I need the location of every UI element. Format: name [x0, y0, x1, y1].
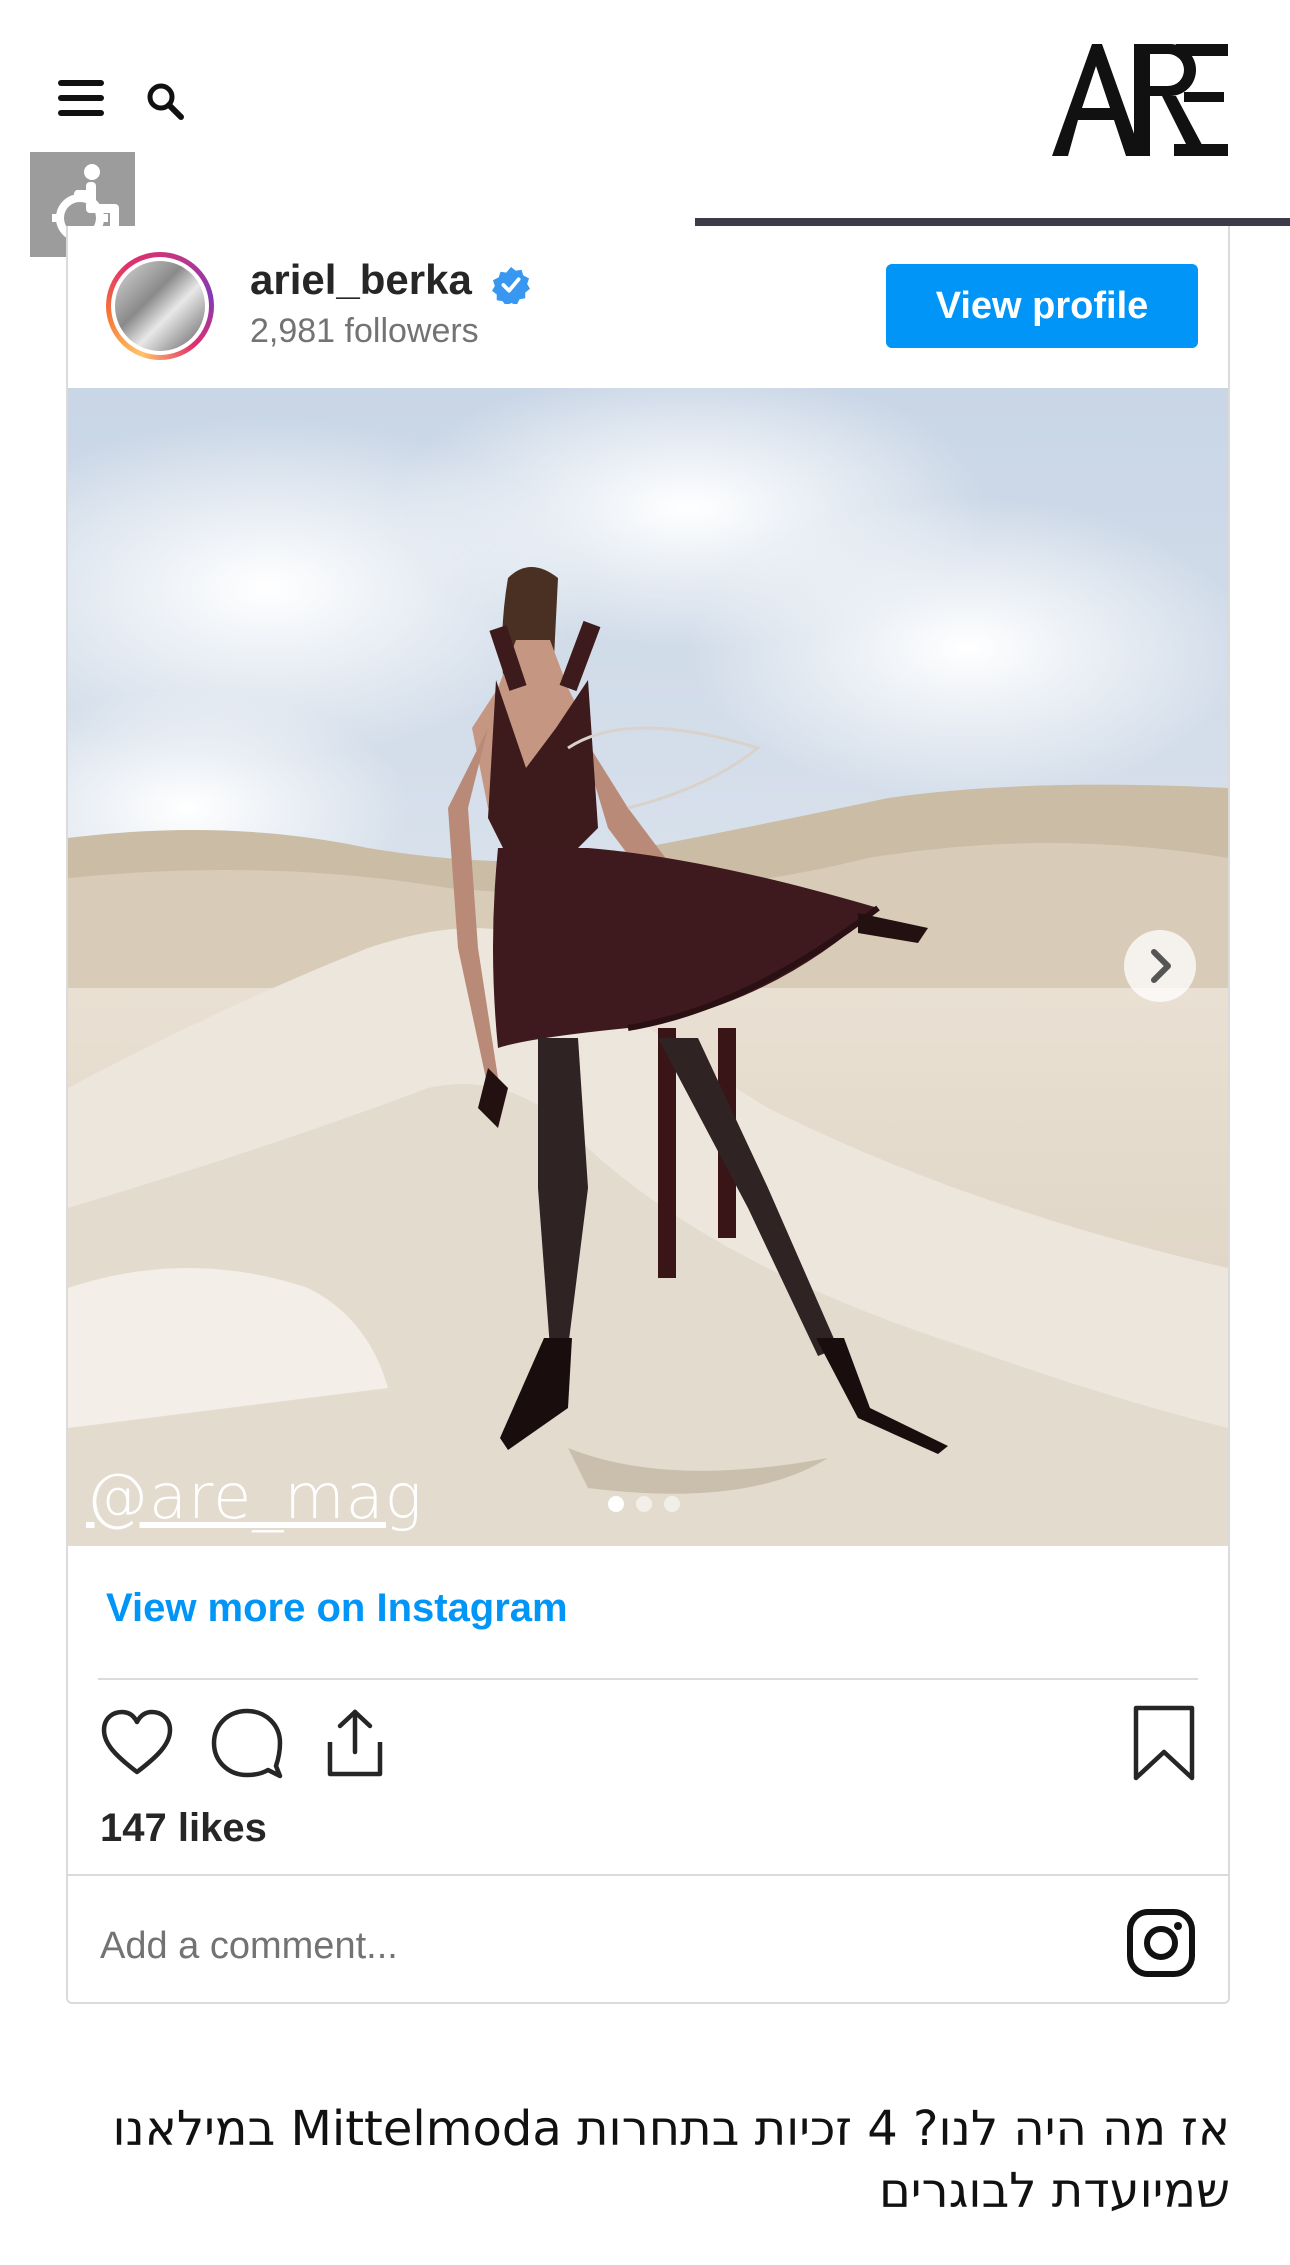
search-icon[interactable]: [144, 80, 186, 122]
are-logo[interactable]: [1050, 40, 1230, 160]
instagram-embed: ariel_berka 2,981 followers View profile: [66, 226, 1230, 2004]
divider: [98, 1678, 1198, 1680]
chevron-right-icon: [1151, 949, 1171, 983]
share-icon[interactable]: [316, 1704, 394, 1782]
likes-count: 147 likes: [100, 1806, 267, 1850]
heart-icon[interactable]: [98, 1704, 176, 1782]
view-profile-button[interactable]: View profile: [886, 264, 1198, 348]
bookmark-icon[interactable]: [1126, 1704, 1204, 1782]
post-image[interactable]: @are_mag: [68, 388, 1228, 1546]
followers-count: 2,981 followers: [250, 312, 479, 350]
carousel-dots: [608, 1496, 680, 1512]
hamburger-menu-icon[interactable]: [58, 78, 104, 118]
article-title[interactable]: אז מה היה לנו? 4 זכיות בתחרות Mittelmoda…: [70, 2098, 1230, 2222]
fashion-photo: [68, 388, 1228, 1546]
carousel-dot[interactable]: [664, 1496, 680, 1512]
verified-badge-icon: [492, 266, 530, 304]
avatar[interactable]: [106, 252, 214, 360]
comment-icon[interactable]: [208, 1704, 286, 1782]
carousel-dot[interactable]: [608, 1496, 624, 1512]
header-divider: [695, 218, 1290, 226]
carousel-next-button[interactable]: [1124, 930, 1196, 1002]
profile-header: ariel_berka 2,981 followers View profile: [68, 226, 1228, 388]
username[interactable]: ariel_berka: [250, 256, 472, 304]
instagram-icon[interactable]: [1126, 1908, 1196, 1978]
comment-input[interactable]: [100, 1906, 1100, 1986]
carousel-dot[interactable]: [636, 1496, 652, 1512]
divider: [68, 1874, 1228, 1876]
view-more-link[interactable]: View more on Instagram: [106, 1586, 568, 1631]
site-header: [0, 0, 1290, 257]
photo-watermark: @are_mag: [86, 1460, 423, 1533]
